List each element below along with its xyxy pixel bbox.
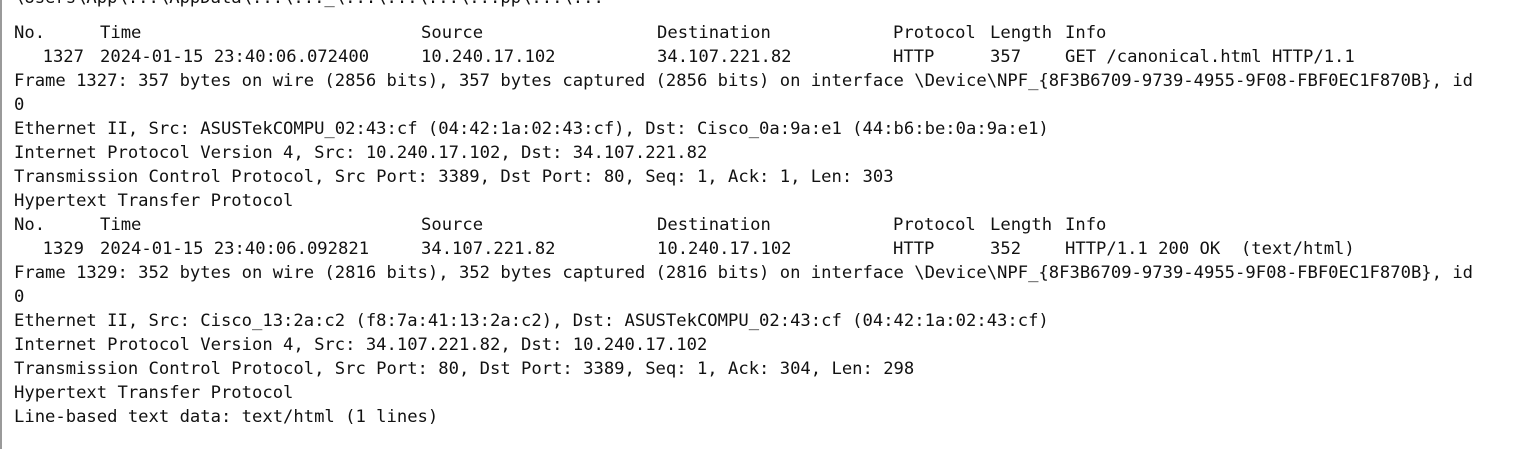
- packet-detail-line: Ethernet II, Src: Cisco_13:2a:c2 (f8:7a:…: [14, 311, 1049, 331]
- packet-column-header: No. Time Source Destination Protocol Len…: [14, 213, 1524, 237]
- header-no: No.: [14, 215, 46, 235]
- packet-info: HTTP/1.1 200 OK (text/html): [1065, 239, 1355, 259]
- header-protocol: Protocol: [893, 23, 976, 43]
- packet-detail-line: Transmission Control Protocol, Src Port:…: [14, 167, 894, 187]
- header-time: Time: [100, 23, 142, 43]
- header-no: No.: [14, 23, 46, 43]
- packet-length: 352: [990, 239, 1022, 259]
- header-source: Source: [421, 23, 484, 43]
- clipped-text: \Users\App\...\AppData\...\..._\...\...\…: [14, 0, 604, 10]
- packet-detail-line: Transmission Control Protocol, Src Port:…: [14, 359, 915, 379]
- header-destination: Destination: [657, 23, 771, 43]
- packet-detail-line: Ethernet II, Src: ASUSTekCOMPU_02:43:cf …: [14, 119, 1049, 139]
- packet-summary-row: 1329 2024-01-15 23:40:06.092821 34.107.2…: [14, 237, 1524, 261]
- header-info: Info: [1065, 23, 1107, 43]
- packet-info: GET /canonical.html HTTP/1.1: [1065, 47, 1355, 67]
- packet-no: 1329: [42, 239, 84, 259]
- packet-no: 1327: [42, 47, 84, 67]
- packet-source: 34.107.221.82: [421, 239, 556, 259]
- packet-detail-line: Internet Protocol Version 4, Src: 34.107…: [14, 335, 708, 355]
- packet-detail-line: 0: [14, 95, 25, 115]
- header-info: Info: [1065, 215, 1107, 235]
- terminal-output: No. Time Source Destination Protocol Len…: [14, 21, 1524, 429]
- header-time: Time: [100, 215, 142, 235]
- packet-detail-line: Internet Protocol Version 4, Src: 10.240…: [14, 143, 708, 163]
- packet-destination: 34.107.221.82: [657, 47, 792, 67]
- packet-time: 2024-01-15 23:40:06.072400: [100, 47, 370, 67]
- packet-protocol: HTTP: [893, 47, 935, 67]
- packet-summary-row: 1327 2024-01-15 23:40:06.072400 10.240.1…: [14, 45, 1524, 69]
- header-protocol: Protocol: [893, 215, 976, 235]
- packet-column-header: No. Time Source Destination Protocol Len…: [14, 21, 1524, 45]
- packet-detail-line: Line-based text data: text/html (1 lines…: [14, 407, 439, 427]
- window-left-border: [0, 0, 2, 449]
- packet-detail-line: Hypertext Transfer Protocol: [14, 191, 294, 211]
- header-destination: Destination: [657, 215, 771, 235]
- packet-detail-line: Frame 1327: 357 bytes on wire (2856 bits…: [14, 71, 1474, 91]
- packet-detail-line: Frame 1329: 352 bytes on wire (2816 bits…: [14, 263, 1474, 283]
- header-length: Length: [990, 215, 1053, 235]
- packet-source: 10.240.17.102: [421, 47, 556, 67]
- header-length: Length: [990, 23, 1053, 43]
- packet-time: 2024-01-15 23:40:06.092821: [100, 239, 370, 259]
- packet-destination: 10.240.17.102: [657, 239, 792, 259]
- header-source: Source: [421, 215, 484, 235]
- packet-detail-line: Hypertext Transfer Protocol: [14, 383, 294, 403]
- clipped-previous-line: \Users\App\...\AppData\...\..._\...\...\…: [0, 0, 1524, 10]
- packet-detail-line: 0: [14, 287, 25, 307]
- packet-length: 357: [990, 47, 1022, 67]
- packet-protocol: HTTP: [893, 239, 935, 259]
